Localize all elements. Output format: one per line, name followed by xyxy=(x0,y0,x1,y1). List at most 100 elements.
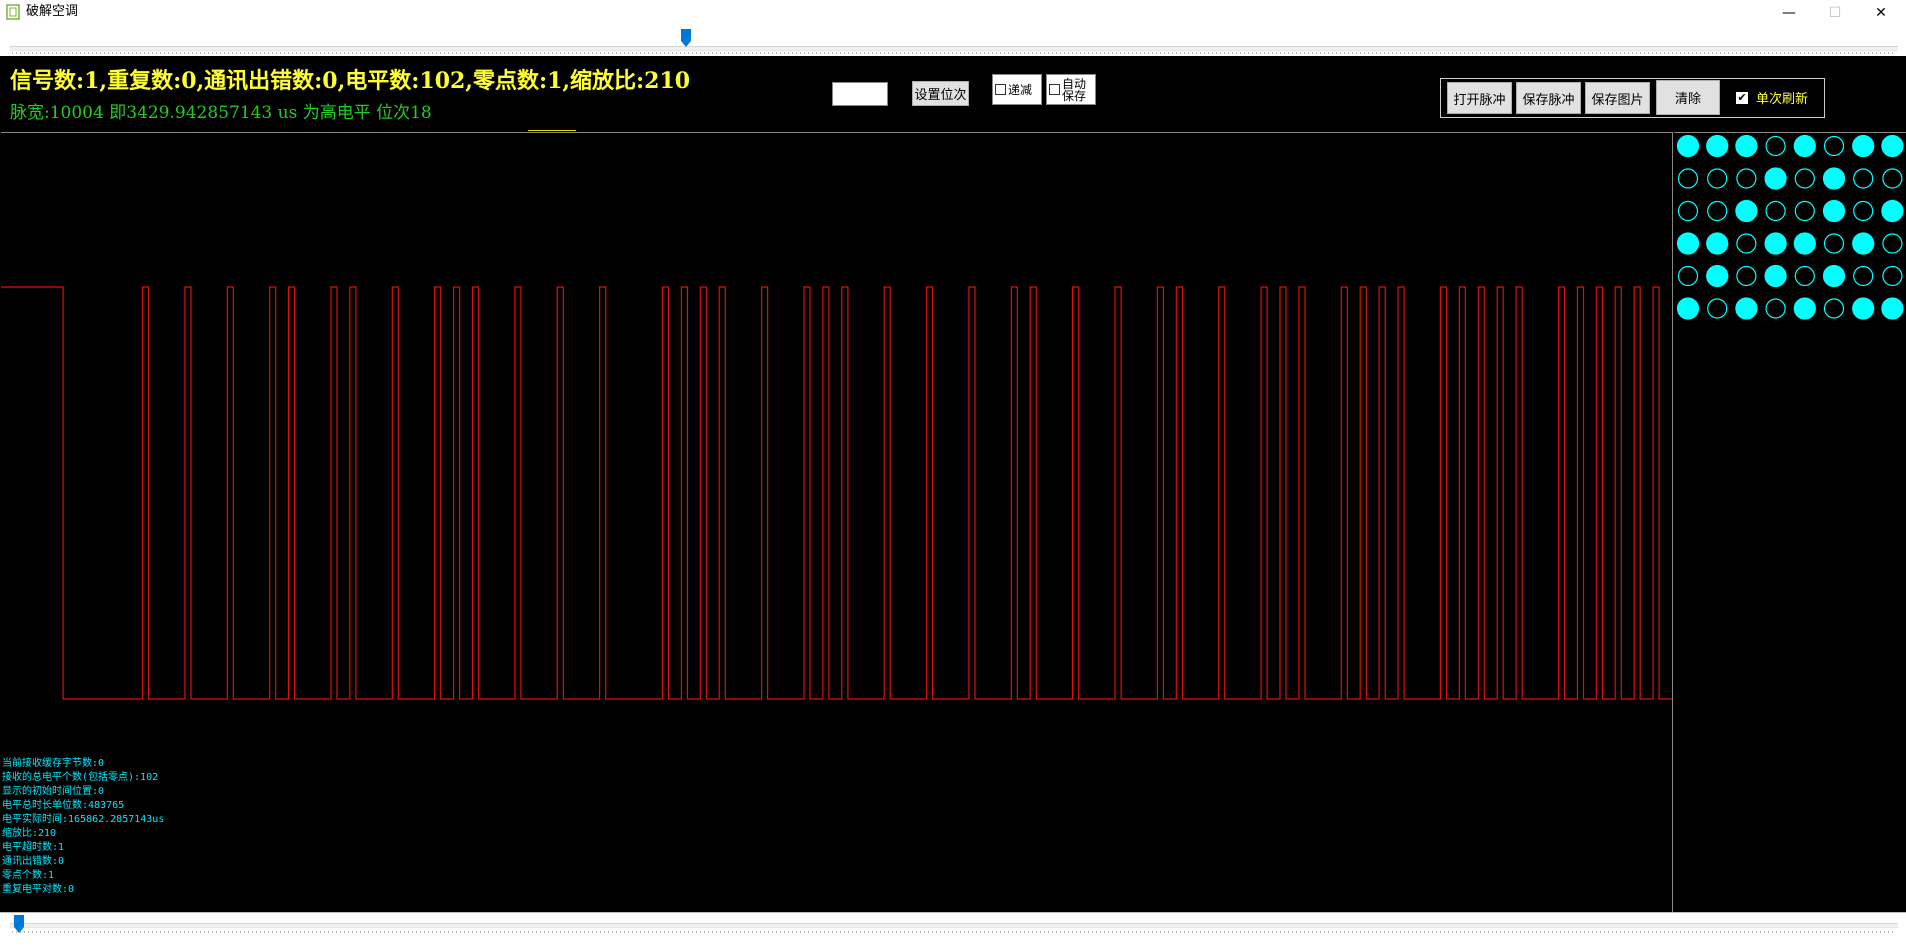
bit-off-indicator xyxy=(1882,265,1903,287)
bit-on-indicator xyxy=(1676,232,1700,255)
decrement-label: 递减 xyxy=(1008,82,1033,97)
bit-on-indicator xyxy=(1735,297,1758,320)
bit-off-indicator xyxy=(1882,168,1903,189)
bit-off-indicator xyxy=(1882,233,1903,254)
bit-off-indicator xyxy=(1765,298,1786,319)
stat-line: 电平超时数:1 xyxy=(2,842,65,853)
pulse-info: 脉宽:10004 即3429.942857143 us 为高电平 位次18 xyxy=(10,103,432,123)
bit-on-indicator xyxy=(1706,232,1729,255)
bit-on-indicator xyxy=(1822,264,1846,288)
bit-on-indicator xyxy=(1793,134,1816,158)
maximize-icon: ☐ xyxy=(1828,5,1842,21)
bit-off-indicator xyxy=(1707,298,1728,319)
decrement-checkbox[interactable]: 递减 xyxy=(992,74,1042,105)
stat-line: 接收的总电平个数(包括零点):102 xyxy=(2,772,159,783)
close-button[interactable]: ✕ xyxy=(1858,0,1904,26)
bit-on-indicator xyxy=(1852,134,1875,158)
main-panel: 信号数:1,重复数:0,通讯出错数:0,电平数:102,零点数:1,缩放比:21… xyxy=(0,56,1906,912)
bit-off-indicator xyxy=(1677,265,1699,287)
auto-save-checkbox[interactable]: 自动 保存 xyxy=(1046,74,1096,105)
stat-line: 电平实际时间:165862.2857143us xyxy=(2,814,165,825)
stat-line: 通讯出错数:0 xyxy=(2,856,65,867)
title-bar: 破解空调 — ☐ ✕ xyxy=(0,0,1906,26)
bit-off-indicator xyxy=(1823,298,1845,319)
minimize-icon: — xyxy=(1782,5,1796,21)
auto-save-label: 自动 保存 xyxy=(1062,76,1087,103)
top-slider-thumb[interactable] xyxy=(681,29,692,47)
bottom-slider-ticks xyxy=(12,931,1894,933)
bit-off-indicator xyxy=(1823,233,1845,254)
bit-off-indicator xyxy=(1853,265,1874,287)
open-pulse-button[interactable]: 打开脉冲 xyxy=(1447,82,1512,114)
save-pulse-button[interactable]: 保存脉冲 xyxy=(1516,82,1581,114)
bit-off-indicator xyxy=(1677,200,1699,222)
bit-on-indicator xyxy=(1735,199,1758,223)
top-slider-ticks xyxy=(12,52,1894,54)
bit-off-indicator xyxy=(1736,233,1757,254)
position-marker xyxy=(528,130,576,131)
bit-grid-panel xyxy=(1674,132,1906,912)
bit-off-indicator xyxy=(1736,168,1757,189)
bit-off-indicator xyxy=(1736,265,1757,287)
pulse-waveform xyxy=(1,286,1672,700)
maximize-button[interactable]: ☐ xyxy=(1812,0,1858,26)
bit-off-indicator xyxy=(1707,200,1728,222)
bit-on-indicator xyxy=(1676,297,1700,320)
bit-on-indicator xyxy=(1706,264,1729,288)
top-slider-track[interactable] xyxy=(10,46,1898,51)
bit-on-indicator xyxy=(1793,297,1816,320)
bit-on-indicator xyxy=(1852,232,1875,255)
bit-on-indicator xyxy=(1793,232,1816,255)
close-icon: ✕ xyxy=(1875,5,1887,21)
waveform-panel[interactable] xyxy=(1,132,1673,912)
top-slider[interactable] xyxy=(0,26,1906,56)
bit-on-indicator xyxy=(1706,134,1729,158)
set-position-button[interactable]: 设置位次 xyxy=(912,81,969,106)
bottom-slider-thumb[interactable] xyxy=(14,915,24,933)
waveform-trace xyxy=(1,286,1672,700)
bit-on-indicator xyxy=(1881,199,1904,223)
bit-off-indicator xyxy=(1823,135,1845,157)
bit-off-indicator xyxy=(1677,168,1699,189)
bit-on-indicator xyxy=(1822,167,1846,190)
bit-on-indicator xyxy=(1881,297,1904,320)
bit-on-indicator xyxy=(1764,264,1787,288)
clear-button[interactable]: 清除 xyxy=(1656,80,1720,115)
checkbox-icon xyxy=(995,84,1006,95)
checkmark-icon: ✔ xyxy=(1736,90,1748,104)
stat-line: 当前接收缓存字节数:0 xyxy=(2,758,105,769)
position-input[interactable] xyxy=(832,82,888,106)
bit-on-indicator xyxy=(1822,199,1846,223)
bit-off-indicator xyxy=(1853,200,1874,222)
window-title: 破解空调 xyxy=(26,4,79,19)
bit-off-indicator xyxy=(1765,135,1786,157)
save-image-button[interactable]: 保存图片 xyxy=(1585,82,1650,114)
bottom-slider[interactable] xyxy=(0,912,1906,947)
bit-on-indicator xyxy=(1764,167,1787,190)
bit-on-indicator xyxy=(1676,134,1700,158)
bit-on-indicator xyxy=(1735,134,1758,158)
stats-panel: 当前接收缓存字节数:0 接收的总电平个数(包括零点):102 显示的初始时间位置… xyxy=(2,757,164,897)
bit-off-indicator xyxy=(1765,200,1786,222)
bit-on-indicator xyxy=(1852,297,1875,320)
bit-off-indicator xyxy=(1794,265,1815,287)
bit-off-indicator xyxy=(1794,200,1815,222)
single-refresh-checkbox[interactable]: ✔ 单次刷新 xyxy=(1736,88,1808,107)
signal-summary: 信号数:1,重复数:0,通讯出错数:0,电平数:102,零点数:1,缩放比:21… xyxy=(10,68,691,94)
stat-line: 缩放比:210 xyxy=(2,828,57,839)
stat-line: 显示的初始时间位置:0 xyxy=(2,786,105,797)
checkbox-icon xyxy=(1049,84,1060,95)
stat-line: 电平总时长单位数:483765 xyxy=(2,800,125,811)
stat-line: 零点个数:1 xyxy=(2,870,55,881)
single-refresh-label: 单次刷新 xyxy=(1756,92,1809,107)
bit-on-indicator xyxy=(1764,232,1787,255)
stat-line: 重复电平对数:0 xyxy=(2,884,75,895)
bit-on-indicator xyxy=(1881,134,1904,158)
bit-off-indicator xyxy=(1707,168,1728,189)
bit-off-indicator xyxy=(1794,168,1815,189)
minimize-button[interactable]: — xyxy=(1766,0,1812,26)
app-icon xyxy=(6,4,20,20)
bit-grid xyxy=(1676,134,1904,320)
bottom-slider-track[interactable] xyxy=(10,923,1898,928)
bit-off-indicator xyxy=(1853,168,1874,189)
